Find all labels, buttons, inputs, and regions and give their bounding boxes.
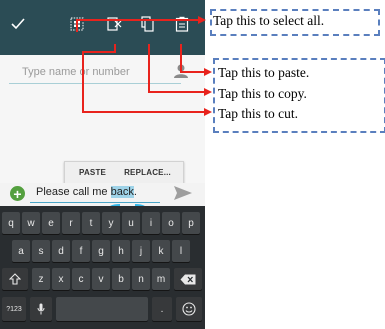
- paste-arrow: [180, 44, 212, 76]
- annotation-arrows: [76, 16, 212, 116]
- select-all-arrow: [76, 16, 206, 32]
- copy-arrow: [148, 44, 212, 96]
- cut-arrow: [82, 44, 212, 116]
